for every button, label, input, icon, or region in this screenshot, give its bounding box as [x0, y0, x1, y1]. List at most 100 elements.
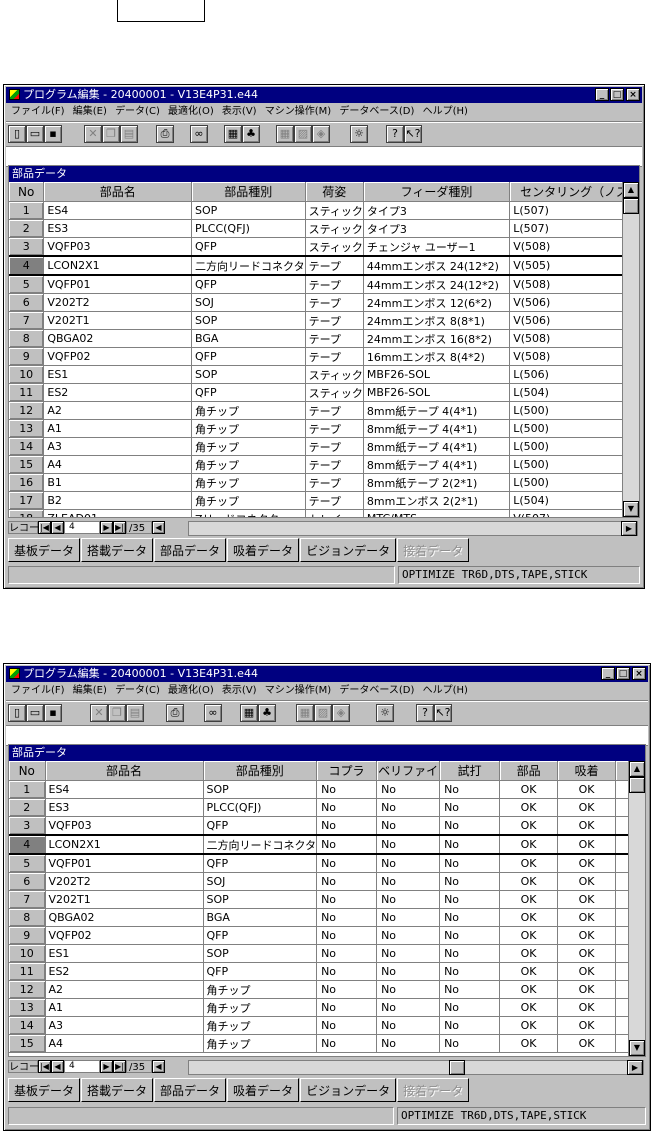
- tab-board-data[interactable]: 基板データ: [8, 1078, 81, 1102]
- table-cell[interactable]: SOP: [191, 311, 306, 330]
- minimize-button[interactable]: _: [601, 667, 615, 680]
- table-cell[interactable]: B1: [43, 473, 193, 492]
- scroll-down-icon[interactable]: ▼: [623, 501, 639, 517]
- tab-adhesive-data[interactable]: 接着データ: [397, 1078, 470, 1102]
- horizontal-scrollbar[interactable]: ▶: [188, 521, 638, 536]
- table-cell[interactable]: No: [316, 908, 378, 927]
- table-cell[interactable]: QFP: [191, 383, 306, 402]
- context-help-icon[interactable]: ↖?: [434, 704, 452, 722]
- table-cell[interactable]: L(507): [509, 219, 639, 238]
- cut-icon[interactable]: ✕: [84, 125, 102, 143]
- table-row[interactable]: 11 ES2 QFP No No No OK OK: [9, 962, 637, 981]
- table-cell[interactable]: No: [316, 872, 378, 891]
- hscroll-right-icon[interactable]: ▶: [627, 1060, 643, 1075]
- table-cell[interactable]: No: [376, 816, 441, 836]
- column-header[interactable]: センタリング（ノズ: [509, 182, 639, 202]
- row-number-cell[interactable]: 11: [9, 962, 46, 981]
- tab-vision-data[interactable]: ビジョンデータ: [300, 538, 397, 562]
- row-number-cell[interactable]: 13: [9, 998, 46, 1017]
- table-cell[interactable]: No: [439, 780, 501, 799]
- grid-tool-icon[interactable]: ▦: [296, 704, 314, 722]
- menu-data[interactable]: データ(C): [115, 685, 160, 696]
- optimize-icon[interactable]: ▦: [224, 125, 242, 143]
- row-number-cell[interactable]: 4: [9, 834, 46, 855]
- table-cell[interactable]: スティック: [305, 201, 364, 220]
- table-cell[interactable]: No: [439, 834, 501, 855]
- row-number-cell[interactable]: 8: [9, 329, 45, 348]
- help-icon[interactable]: ?: [416, 704, 434, 722]
- table-cell[interactable]: A2: [45, 980, 204, 999]
- column-header[interactable]: 荷姿: [305, 182, 364, 202]
- menu-view[interactable]: 表示(V): [222, 106, 257, 117]
- table-row[interactable]: 8 QBGA02 BGA No No No OK OK: [9, 908, 637, 927]
- scroll-thumb[interactable]: [629, 777, 645, 793]
- record-number-input[interactable]: 4: [64, 1060, 100, 1073]
- table-cell[interactable]: QFP: [191, 237, 306, 257]
- cut-icon[interactable]: ✕: [90, 704, 108, 722]
- table-cell[interactable]: No: [376, 944, 441, 963]
- print-icon[interactable]: ⎙: [156, 125, 174, 143]
- table-cell[interactable]: 24mmエンボス 12(6*2): [363, 293, 511, 312]
- title-bar[interactable]: プログラム編集 - 20400001 - V13E4P31.e44 _ □ ×: [6, 666, 648, 682]
- copy-icon[interactable]: ❐: [108, 704, 126, 722]
- row-number-cell[interactable]: 1: [9, 201, 45, 220]
- table-cell[interactable]: タイプ3: [363, 219, 511, 238]
- table-cell[interactable]: OK: [557, 854, 617, 873]
- table-cell[interactable]: スティック: [305, 365, 364, 384]
- table-cell[interactable]: 8mm紙テープ 4(4*1): [363, 419, 511, 438]
- first-record-icon[interactable]: |◀: [38, 1060, 51, 1073]
- table-cell[interactable]: 二方向リードコネクタ: [191, 255, 306, 276]
- lightbulb-icon[interactable]: ☼: [376, 704, 394, 722]
- table-cell[interactable]: QFP: [203, 816, 318, 836]
- row-number-cell[interactable]: 12: [9, 401, 45, 420]
- table-row[interactable]: 3 VQFP03 QFP No No No OK OK: [9, 816, 637, 836]
- new-file-icon[interactable]: ▯: [8, 704, 26, 722]
- row-number-cell[interactable]: 7: [9, 311, 45, 330]
- table-cell[interactable]: OK: [557, 998, 617, 1017]
- table-cell[interactable]: No: [439, 908, 501, 927]
- table-cell[interactable]: テープ: [305, 255, 364, 276]
- table-cell[interactable]: OK: [557, 890, 617, 909]
- table-row[interactable]: 2 ES3 PLCC(QFJ) No No No OK OK: [9, 798, 637, 817]
- prev-record-icon[interactable]: ◀: [51, 1060, 64, 1073]
- table-cell[interactable]: No: [439, 926, 501, 945]
- table-row[interactable]: 5 VQFP01 QFP テープ 44mmエンボス 24(12*2) V(508): [9, 275, 639, 294]
- save-icon[interactable]: ▪: [44, 704, 62, 722]
- table-row[interactable]: 2 ES3 PLCC(QFJ) スティック タイプ3 L(507): [9, 219, 639, 238]
- table-cell[interactable]: V(505): [509, 255, 639, 276]
- table-cell[interactable]: BGA: [203, 908, 318, 927]
- column-header[interactable]: 試打: [439, 761, 501, 781]
- scroll-thumb[interactable]: [623, 198, 639, 214]
- table-cell[interactable]: SOP: [203, 944, 318, 963]
- table-cell[interactable]: OK: [499, 816, 559, 836]
- table-cell[interactable]: No: [316, 980, 378, 999]
- row-number-cell[interactable]: 10: [9, 365, 45, 384]
- input-bar[interactable]: [6, 725, 648, 746]
- table-cell[interactable]: 8mmエンボス 2(2*1): [363, 491, 511, 510]
- column-header[interactable]: 部品種別: [191, 182, 306, 202]
- table-cell[interactable]: トレイ: [305, 509, 364, 517]
- table-cell[interactable]: 角チップ: [191, 437, 306, 456]
- table-cell[interactable]: OK: [499, 890, 559, 909]
- row-number-cell[interactable]: 1: [9, 780, 46, 799]
- table-cell[interactable]: MTC/MTS: [363, 509, 511, 517]
- table-cell[interactable]: OK: [557, 872, 617, 891]
- table-row[interactable]: 14 A3 角チップ No No No OK OK: [9, 1016, 637, 1035]
- table-row[interactable]: 15 A4 角チップ テープ 8mm紙テープ 4(4*1) L(500): [9, 455, 639, 474]
- table-cell[interactable]: 角チップ: [203, 980, 318, 999]
- table-cell[interactable]: SOJ: [191, 293, 306, 312]
- table-cell[interactable]: SOJ: [203, 872, 318, 891]
- table-cell[interactable]: スティック: [305, 383, 364, 402]
- table-cell[interactable]: A4: [45, 1034, 204, 1053]
- vertical-scrollbar[interactable]: ▲ ▼: [628, 761, 645, 1056]
- table-cell[interactable]: SOP: [203, 780, 318, 799]
- machine-icon[interactable]: ♣: [242, 125, 260, 143]
- table-cell[interactable]: VQFP01: [43, 275, 193, 294]
- tab-mount-data[interactable]: 搭載データ: [81, 538, 154, 562]
- table-cell[interactable]: No: [376, 908, 441, 927]
- row-number-cell[interactable]: 18: [9, 509, 45, 517]
- table-cell[interactable]: VQFP02: [43, 347, 193, 366]
- table-cell[interactable]: OK: [499, 798, 559, 817]
- table-cell[interactable]: QFP: [191, 347, 306, 366]
- column-header[interactable]: 部品名: [45, 761, 204, 781]
